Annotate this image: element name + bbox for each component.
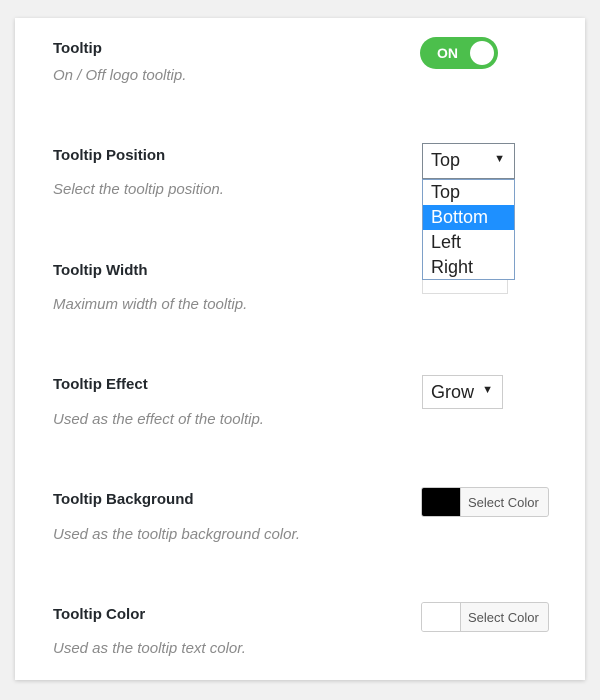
- setting-description: Used as the tooltip text color.: [53, 640, 246, 657]
- dropdown-option-bottom[interactable]: Bottom: [423, 205, 514, 230]
- dropdown-option-top[interactable]: Top: [423, 180, 514, 205]
- caret-down-icon: ▼: [482, 384, 493, 396]
- color-swatch: [422, 603, 461, 631]
- select-value: Grow: [431, 382, 475, 402]
- setting-description: Maximum width of the tooltip.: [53, 296, 248, 313]
- tooltip-toggle[interactable]: ON: [420, 37, 498, 69]
- select-color-label: Select Color: [468, 495, 539, 510]
- select-color-label: Select Color: [468, 610, 539, 625]
- dropdown-option-left[interactable]: Left: [423, 230, 514, 255]
- text-color-button[interactable]: Select Color: [421, 602, 549, 632]
- dropdown-option-right[interactable]: Right: [423, 255, 514, 280]
- select-value: Top: [431, 150, 461, 170]
- position-select[interactable]: Top ▼: [422, 143, 515, 179]
- settings-panel: Tooltip On / Off logo tooltip. ON Toolti…: [15, 18, 585, 680]
- setting-description: Used as the tooltip background color.: [53, 526, 301, 543]
- setting-description: Used as the effect of the tooltip.: [53, 411, 264, 428]
- color-swatch: [422, 488, 461, 516]
- setting-description: Select the tooltip position.: [53, 181, 224, 198]
- effect-select[interactable]: Grow ▼: [422, 375, 503, 409]
- position-dropdown: Top Bottom Left Right: [422, 179, 515, 280]
- caret-down-icon: ▼: [494, 153, 505, 165]
- setting-description: On / Off logo tooltip.: [53, 67, 187, 84]
- toggle-knob: [470, 41, 494, 65]
- background-color-button[interactable]: Select Color: [421, 487, 549, 517]
- toggle-label: ON: [437, 45, 458, 61]
